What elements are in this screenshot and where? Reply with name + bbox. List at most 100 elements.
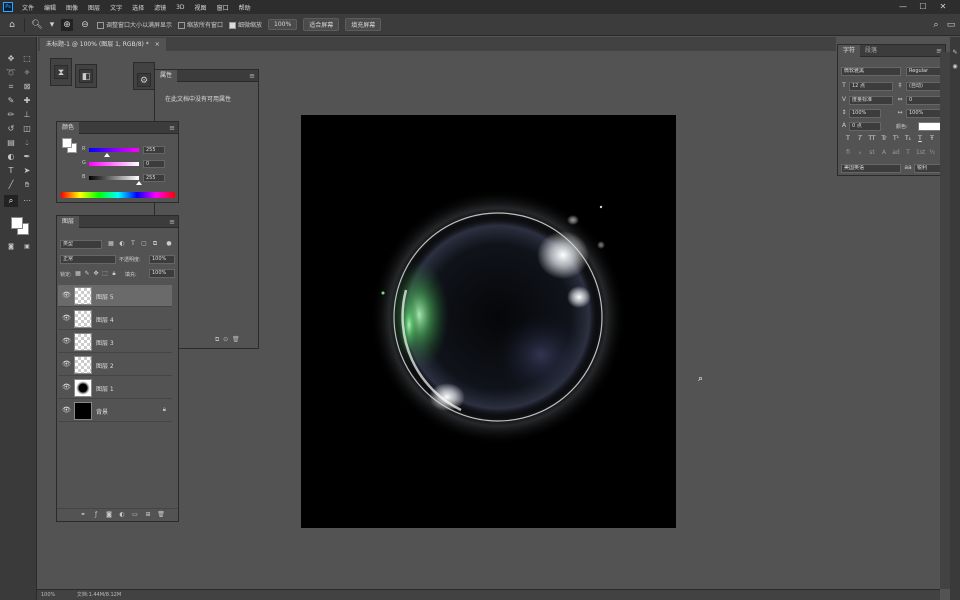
lock-all-icon[interactable]: 🔒︎ [110,270,118,278]
comment-icon[interactable]: ✎ [951,49,959,57]
lock-pixels-icon[interactable]: ✎ [83,270,91,278]
scrubby-zoom-checkbox[interactable]: 细微缩放 [229,20,262,29]
move-tool-icon[interactable]: ✥ [4,53,18,65]
small-caps-button[interactable]: Tr [880,135,888,143]
filter-smart-icon[interactable]: ⧉ [151,240,159,248]
eyedropper-icon[interactable]: ✎ [4,95,18,107]
b-slider-knob[interactable] [136,181,142,185]
menu-image[interactable]: 图像 [61,3,83,12]
visibility-eye-icon[interactable]: 👁︎ [62,291,71,299]
resize-windows-checkbox[interactable]: 调整窗口大小以满屏显示 [97,20,172,29]
menu-layer[interactable]: 图层 [83,3,105,12]
document-canvas[interactable] [301,115,676,528]
swash-button[interactable]: A [880,149,888,157]
baseline-field[interactable]: 0 点 [849,122,881,131]
kerning-field[interactable]: 度量标准 [849,96,893,105]
layer-name[interactable]: 图层 4 [96,315,114,324]
crop-tool-icon[interactable]: ⌗ [4,81,18,93]
alt-ligature-button[interactable]: ℴ [856,149,864,157]
opacity-field[interactable]: 100% [149,255,175,264]
layers-tab[interactable]: 图层 [57,216,80,228]
titling-alt-button[interactable]: T [904,149,912,157]
shape-tool-icon[interactable]: ╱ [4,179,18,191]
more-tools-icon[interactable]: ⋯ [20,195,34,207]
adjustment-icon[interactable]: ◐ [118,511,126,519]
menu-select[interactable]: 选择 [127,3,149,12]
menu-edit[interactable]: 编辑 [39,3,61,12]
lasso-tool-icon[interactable]: ➰ [4,67,18,79]
search-icon[interactable]: ⌕ [930,19,942,31]
visibility-eye-icon[interactable]: 👁︎ [62,337,71,345]
ordinals-button[interactable]: 1st [916,149,925,157]
vertical-scrollbar[interactable] [940,52,950,589]
b-slider[interactable] [89,176,139,180]
strikethrough-button[interactable]: Ŧ [928,135,936,143]
maximize-button[interactable]: ☐ [918,2,928,12]
visibility-eye-icon[interactable]: 👁︎ [62,314,71,322]
type-tool-icon[interactable]: T [4,165,18,177]
mask-icon[interactable]: ◙ [105,511,113,519]
zoom-tool-icon[interactable]: ⌕ [4,195,18,207]
paragraph-tab[interactable]: 段落 [860,45,882,57]
g-value[interactable]: 0 [143,160,165,168]
brush-tool-icon[interactable]: ✏ [4,109,18,121]
lock-position-icon[interactable]: ✥ [92,270,100,278]
layer-name[interactable]: 图层 3 [96,338,114,347]
filter-toggle-icon[interactable]: ● [165,240,173,248]
zoom-all-windows-checkbox[interactable]: 缩放所有窗口 [178,20,223,29]
link-icon[interactable]: ⚭ [79,511,87,519]
filter-pixel-icon[interactable]: ▦ [107,240,115,248]
magic-wand-icon[interactable]: ✧ [20,67,34,79]
menu-help[interactable]: 帮助 [234,3,256,12]
layer-row[interactable]: 👁︎ 图层 1 [58,377,172,399]
hand-tool-icon[interactable]: ✋︎ [20,179,34,191]
brush-settings-icon[interactable]: ⚙ [137,73,151,87]
font-family-select[interactable]: 微软雅黑 [841,67,901,76]
photoshop-logo[interactable]: Ps [3,2,13,12]
workspace-icon[interactable]: ▭ [945,19,957,31]
foreground-swatch[interactable] [62,138,72,148]
fill-field[interactable]: 100% [149,269,175,278]
learn-icon[interactable]: ◉ [951,63,959,71]
r-slider-knob[interactable] [104,153,110,157]
menu-type[interactable]: 文字 [105,3,127,12]
menu-3d[interactable]: 3D [171,4,189,11]
filter-shape-icon[interactable]: ▢ [140,240,148,248]
discretionary-ligature-button[interactable]: st [868,149,876,157]
marquee-tool-icon[interactable]: ⬚ [20,53,34,65]
history-brush-icon[interactable]: ↺ [4,123,18,135]
document-tab[interactable]: 未标题-1 @ 100% (图层 1, RGB/8) * × [40,38,166,51]
blur-tool-icon[interactable]: 💧︎ [20,137,34,149]
eraser-icon[interactable]: ◫ [20,123,34,135]
filter-adjust-icon[interactable]: ◐ [118,240,126,248]
layer-row[interactable]: 👁︎ 图层 5 [58,285,172,307]
layer-row[interactable]: 👁︎ 图层 2 [58,354,172,376]
antialias-select[interactable]: 锐利 [914,164,942,173]
layer-name[interactable]: 图层 2 [96,361,114,370]
vertical-scale-field[interactable]: 100% [849,109,881,118]
properties-tab[interactable]: 属性 [155,70,178,82]
frame-tool-icon[interactable]: ⊠ [20,81,34,93]
minimize-button[interactable]: — [898,2,908,12]
layer-name[interactable]: 图层 1 [96,384,114,393]
faux-bold-button[interactable]: T [844,135,852,143]
faux-italic-button[interactable]: T [856,135,864,143]
pen-tool-icon[interactable]: ✒ [20,151,34,163]
layer-name[interactable]: 背景 [96,407,108,416]
screen-mode-icon[interactable]: ▣ [20,241,34,253]
panel-menu-icon[interactable]: ≡ [169,123,175,133]
blend-mode-select[interactable]: 正常 [60,255,116,264]
character-tab[interactable]: 字符 [838,45,861,57]
document-info[interactable]: 文档:1.44M/8.12M [77,592,121,598]
zoom-in-icon[interactable]: ⊕ [61,18,73,31]
quick-mask-icon[interactable]: ◙ [4,241,18,253]
folder-icon[interactable]: ▭ [131,511,139,519]
underline-button[interactable]: T [916,135,924,143]
font-size-field[interactable]: 12 点 [849,82,893,91]
filter-type-icon[interactable]: T [129,240,137,248]
visibility-eye-icon[interactable]: 👁︎ [62,360,71,368]
subscript-button[interactable]: T₁ [904,135,912,143]
g-slider[interactable] [89,162,139,166]
b-value[interactable]: 255 [143,174,165,182]
r-slider[interactable] [89,148,139,152]
